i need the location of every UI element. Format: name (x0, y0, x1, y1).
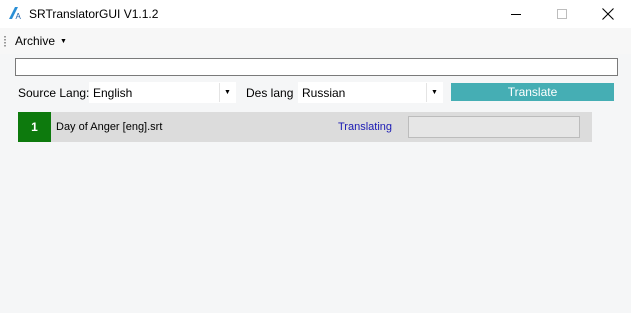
chevron-down-icon: ▼ (60, 37, 67, 45)
close-button[interactable] (585, 0, 631, 28)
svg-text:A: A (16, 12, 22, 20)
des-lang-value: Russian (302, 86, 346, 100)
des-lang-select[interactable]: Russian ▼ (298, 82, 443, 103)
minimize-icon (510, 13, 521, 15)
menu-grip (4, 36, 6, 48)
translate-icon: A (9, 7, 22, 20)
job-progress-bar (408, 116, 580, 138)
source-lang-label: Source Lang: (18, 86, 90, 100)
maximize-button[interactable] (539, 0, 585, 28)
job-number-badge: 1 (18, 112, 51, 142)
job-row: 1 Day of Anger [eng].srt Translating (18, 112, 592, 142)
title-bar: A SRTranslatorGUI V1.1.2 (0, 0, 631, 28)
des-lang-label: Des lang (246, 86, 294, 100)
archive-menu-label: Archive (15, 34, 56, 48)
chevron-down-icon[interactable]: ▼ (219, 83, 235, 102)
source-lang-select[interactable]: English ▼ (89, 82, 236, 103)
maximize-icon (556, 8, 567, 19)
chevron-down-icon[interactable]: ▼ (426, 83, 442, 102)
job-status: Translating (338, 121, 393, 133)
job-file-name: Day of Anger [eng].srt (56, 121, 163, 133)
file-path-input[interactable] (15, 58, 618, 76)
source-lang-value: English (93, 86, 133, 100)
translate-button[interactable]: Translate (451, 83, 614, 101)
menu-bar: Archive ▼ (0, 28, 631, 54)
window-title: SRTranslatorGUI V1.1.2 (29, 7, 159, 21)
minimize-button[interactable] (493, 0, 539, 28)
archive-menu[interactable]: Archive ▼ (12, 32, 70, 50)
close-icon (602, 8, 614, 20)
